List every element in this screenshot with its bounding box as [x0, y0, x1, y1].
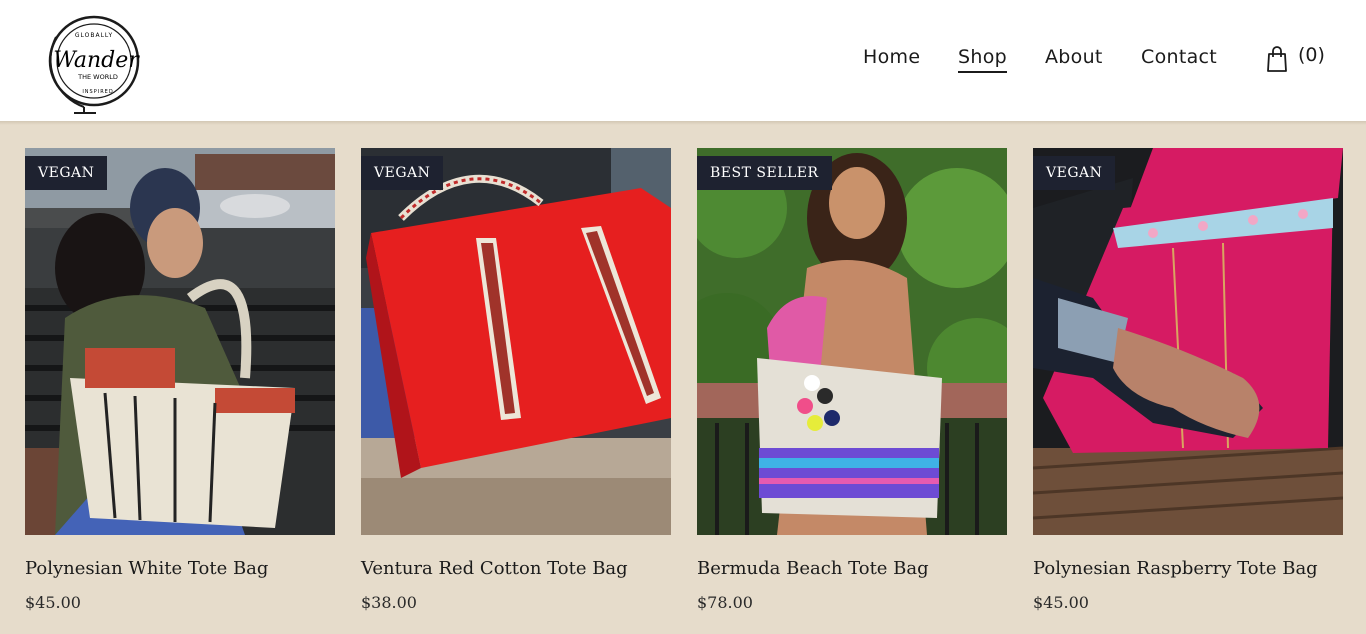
- nav-shop[interactable]: Shop: [958, 46, 1007, 76]
- nav-contact[interactable]: Contact: [1141, 46, 1217, 76]
- globe-logo-icon: GLOBALLY Wander THE WORLD INSPIRED: [48, 15, 140, 114]
- cart-link[interactable]: (0): [1266, 44, 1325, 76]
- header-divider: [0, 121, 1366, 125]
- product-badge: BEST SELLER: [697, 156, 832, 190]
- product-price: $45.00: [1033, 593, 1089, 612]
- product-card[interactable]: VEGAN Ventura Red Cotton Tote Bag $38.00: [361, 148, 671, 618]
- product-card[interactable]: BEST SELLER Bermuda Beach Tote Bag $78.0…: [697, 148, 1007, 618]
- site-logo[interactable]: GLOBALLY Wander THE WORLD INSPIRED: [44, 7, 144, 115]
- nav-home[interactable]: Home: [863, 46, 920, 76]
- product-card[interactable]: VEGAN Polynesian Raspberry Tote Bag $45.…: [1033, 148, 1343, 618]
- product-image[interactable]: VEGAN: [361, 148, 671, 535]
- product-title[interactable]: Bermuda Beach Tote Bag: [697, 558, 929, 579]
- product-image[interactable]: VEGAN: [25, 148, 335, 535]
- product-badge: VEGAN: [25, 156, 108, 190]
- logo-bottom-text: INSPIRED: [82, 89, 113, 95]
- product-price: $45.00: [25, 593, 81, 612]
- product-price: $78.00: [697, 593, 753, 612]
- product-title[interactable]: Polynesian White Tote Bag: [25, 558, 268, 579]
- product-price: $38.00: [361, 593, 417, 612]
- product-image[interactable]: BEST SELLER: [697, 148, 1007, 535]
- product-image[interactable]: VEGAN: [1033, 148, 1343, 535]
- logo-sub-text: THE WORLD: [77, 73, 118, 81]
- logo-main-text: Wander: [53, 48, 140, 73]
- shopping-bag-icon: [1267, 46, 1287, 72]
- product-title[interactable]: Ventura Red Cotton Tote Bag: [361, 558, 628, 579]
- product-badge: VEGAN: [361, 156, 444, 190]
- product-title[interactable]: Polynesian Raspberry Tote Bag: [1033, 558, 1318, 579]
- product-card[interactable]: VEGAN Polynesian White Tote Bag $45.00: [25, 148, 335, 618]
- logo-top-text: GLOBALLY: [75, 32, 113, 39]
- site-header: GLOBALLY Wander THE WORLD INSPIRED Home …: [0, 0, 1366, 121]
- nav-about[interactable]: About: [1045, 46, 1103, 76]
- product-badge: VEGAN: [1033, 156, 1116, 190]
- cart-count: (0): [1298, 44, 1325, 66]
